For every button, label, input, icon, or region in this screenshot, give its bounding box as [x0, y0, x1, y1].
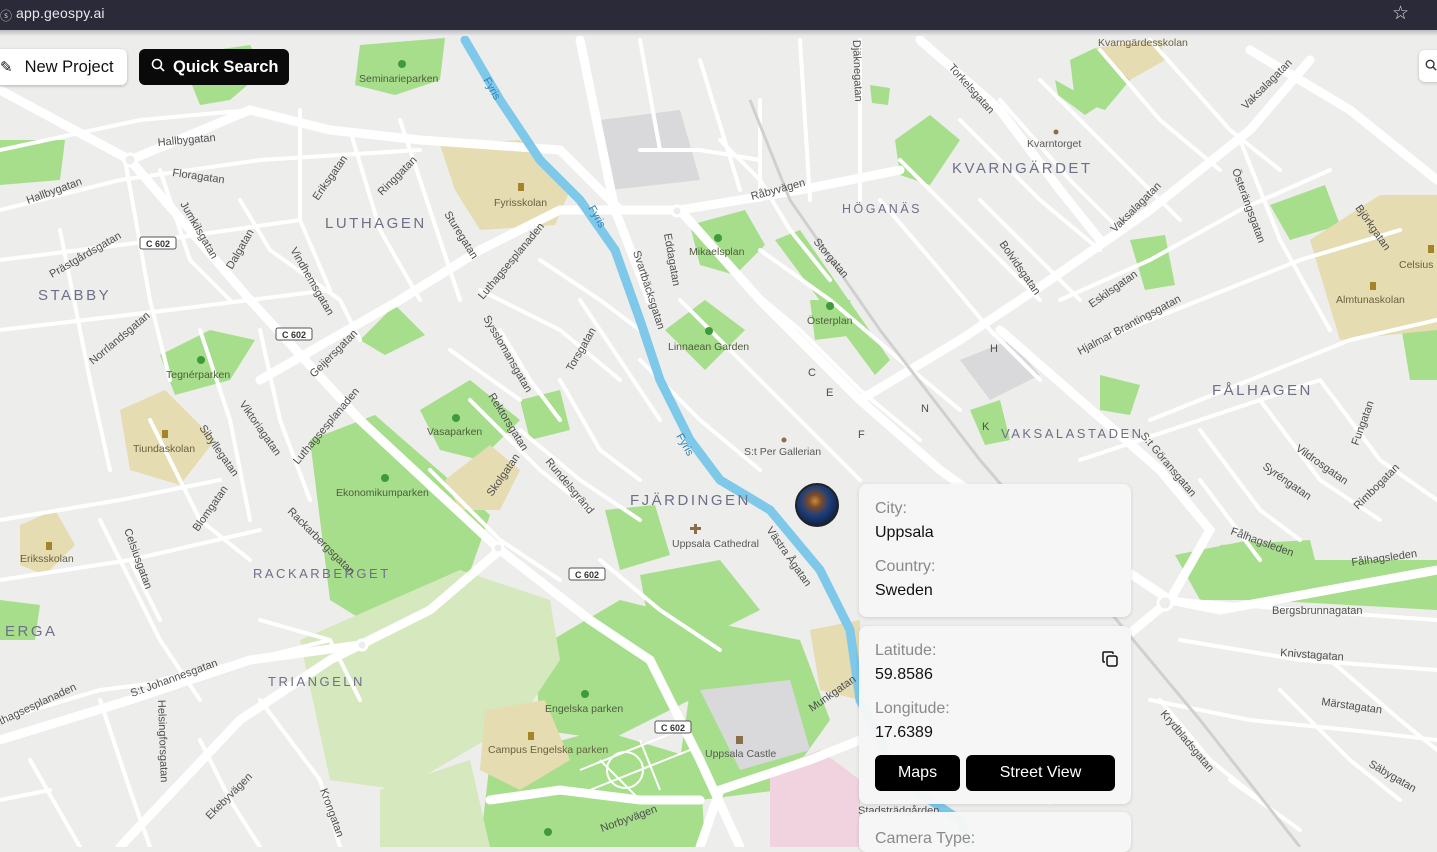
poi-mikaelsplan: Mikaelsplan — [689, 246, 745, 258]
poi-eriksskolan: Eriksskolan — [20, 553, 74, 565]
latitude-value: 59.8586 — [875, 666, 933, 683]
shield-c602-a: C 602 — [146, 239, 170, 249]
site-info-icon[interactable]: ⓢ — [0, 7, 12, 24]
shield-c602-d: C 602 — [661, 723, 685, 733]
poi-vasaparken: Vasaparken — [427, 426, 482, 438]
latitude-label: Latitude: — [875, 642, 937, 659]
district-falhagen: FÅLHAGEN — [1212, 382, 1313, 399]
location-card: City: Uppsala Country: Sweden — [859, 484, 1131, 617]
search-icon — [151, 58, 165, 77]
photo-location-pin[interactable] — [795, 483, 839, 527]
star-icon[interactable]: ☆ — [1392, 2, 1409, 25]
city-label: City: — [875, 500, 907, 517]
poi-almtunaskolan: Almtunaskolan — [1336, 294, 1405, 306]
street-letter-f: F — [858, 429, 865, 441]
street-bergsbrunnagatan: Bergsbrunnagatan — [1272, 605, 1363, 617]
quick-search-label: Quick Search — [173, 57, 279, 76]
longitude-value: 17.6389 — [875, 724, 933, 741]
url-text[interactable]: app.geospy.ai — [16, 5, 105, 21]
shield-c602-b: C 602 — [282, 330, 306, 340]
street-letter-k: K — [982, 421, 990, 433]
camera-type-label: Camera Type: — [875, 830, 976, 847]
poi-kvarngardesskolan: Kvarngärdesskolan — [1098, 37, 1188, 49]
district-rackarberget: RACKARBERGET — [253, 566, 391, 581]
district-vaksalastaden: VAKSALASTADEN — [1001, 426, 1144, 441]
maps-button[interactable]: Maps — [875, 755, 960, 791]
coordinates-card: Latitude: 59.8586 Longitude: 17.6389 Map… — [859, 626, 1131, 804]
map-search-button[interactable] — [1419, 50, 1437, 82]
new-project-button[interactable]: ✎ New Project — [0, 49, 127, 85]
district-luthagen: LUTHAGEN — [325, 215, 427, 232]
quick-search-button[interactable]: Quick Search — [139, 49, 289, 85]
district-kvarngardet: KVARNGÄRDET — [952, 160, 1093, 177]
search-icon — [1425, 59, 1437, 74]
poi-engelska-parken: Engelska parken — [545, 703, 623, 715]
district-stabby: STABBY — [38, 287, 111, 304]
poi-celsius: Celsius — [1399, 259, 1433, 271]
map-canvas[interactable]: LUTHAGEN STABBY KVARNGÄRDET HÖGANÄS FJÄR… — [0, 36, 1437, 847]
district-triangeln: TRIANGELN — [268, 674, 365, 689]
country-value: Sweden — [875, 582, 933, 599]
new-project-label: New Project — [24, 57, 114, 76]
poi-fyrisskolan: Fyrisskolan — [494, 197, 547, 209]
street-letter-n: N — [921, 403, 929, 415]
poi-seminarieparken: Seminarieparken — [359, 73, 439, 85]
pencil-icon: ✎ — [0, 59, 13, 76]
poi-campus-engelska-parken: Campus Engelska parken — [488, 744, 608, 756]
district-hoganas: HÖGANÄS — [842, 202, 922, 216]
poi-ekonomikumparken: Ekonomikumparken — [336, 487, 429, 499]
poi-kvarntorget: Kvarntorget — [1027, 138, 1081, 150]
street-letter-h: H — [990, 343, 998, 355]
shield-c602-c: C 602 — [575, 570, 599, 580]
poi-tiundaskolan: Tiundaskolan — [133, 443, 195, 455]
street-letter-c: C — [808, 367, 816, 379]
country-label: Country: — [875, 558, 936, 575]
poi-linnaean-garden: Linnaean Garden — [668, 341, 749, 353]
street-letter-e: E — [826, 387, 833, 399]
poi-uppsala-cathedral: Uppsala Cathedral — [672, 538, 759, 550]
copy-icon[interactable] — [1102, 651, 1118, 667]
city-value: Uppsala — [875, 524, 934, 541]
street-djaknegatan: Djäknegatan — [850, 40, 864, 102]
longitude-label: Longitude: — [875, 700, 950, 717]
poi-st-per-galleria: S:t Per Gallerian — [744, 446, 821, 458]
poi-uppsala-castle: Uppsala Castle — [705, 748, 776, 760]
poi-tegnerparken: Tegnérparken — [166, 369, 230, 381]
district-fjardingen: FJÄRDINGEN — [630, 492, 751, 509]
street-view-button[interactable]: Street View — [966, 755, 1115, 791]
camera-card: Camera Type: — [859, 812, 1131, 852]
district-erga: ERGA — [5, 623, 58, 640]
browser-address-bar: ⓢ app.geospy.ai ☆ — [0, 0, 1437, 30]
poi-osterplan: Österplan — [807, 315, 853, 327]
